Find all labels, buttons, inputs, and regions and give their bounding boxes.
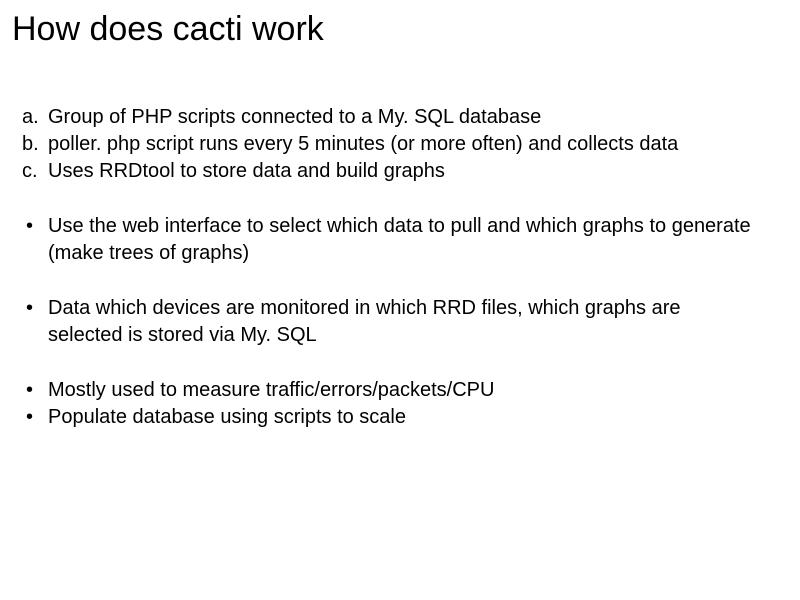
list-text: Mostly used to measure traffic/errors/pa… xyxy=(48,377,760,404)
bullet-icon: • xyxy=(22,295,48,349)
bullet-icon: • xyxy=(22,404,48,431)
list-item: c. Uses RRDtool to store data and build … xyxy=(22,158,760,185)
bullet-group: • Mostly used to measure traffic/errors/… xyxy=(22,377,760,431)
list-marker: a. xyxy=(22,104,48,131)
list-item: a. Group of PHP scripts connected to a M… xyxy=(22,104,760,131)
list-item: • Use the web interface to select which … xyxy=(22,213,760,267)
list-text: Uses RRDtool to store data and build gra… xyxy=(48,158,760,185)
bullet-group: • Use the web interface to select which … xyxy=(22,213,760,267)
list-item: • Populate database using scripts to sca… xyxy=(22,404,760,431)
slide-content: a. Group of PHP scripts connected to a M… xyxy=(12,104,780,431)
list-text: Use the web interface to select which da… xyxy=(48,213,760,267)
list-marker: b. xyxy=(22,131,48,158)
bullet-group: • Data which devices are monitored in wh… xyxy=(22,295,760,349)
list-marker: c. xyxy=(22,158,48,185)
list-item: • Mostly used to measure traffic/errors/… xyxy=(22,377,760,404)
list-item: • Data which devices are monitored in wh… xyxy=(22,295,760,349)
list-text: poller. php script runs every 5 minutes … xyxy=(48,131,760,158)
bullet-icon: • xyxy=(22,377,48,404)
list-text: Data which devices are monitored in whic… xyxy=(48,295,760,349)
list-text: Populate database using scripts to scale xyxy=(48,404,760,431)
bullet-icon: • xyxy=(22,213,48,267)
list-text: Group of PHP scripts connected to a My. … xyxy=(48,104,760,131)
list-item: b. poller. php script runs every 5 minut… xyxy=(22,131,760,158)
slide-title: How does cacti work xyxy=(12,10,780,49)
